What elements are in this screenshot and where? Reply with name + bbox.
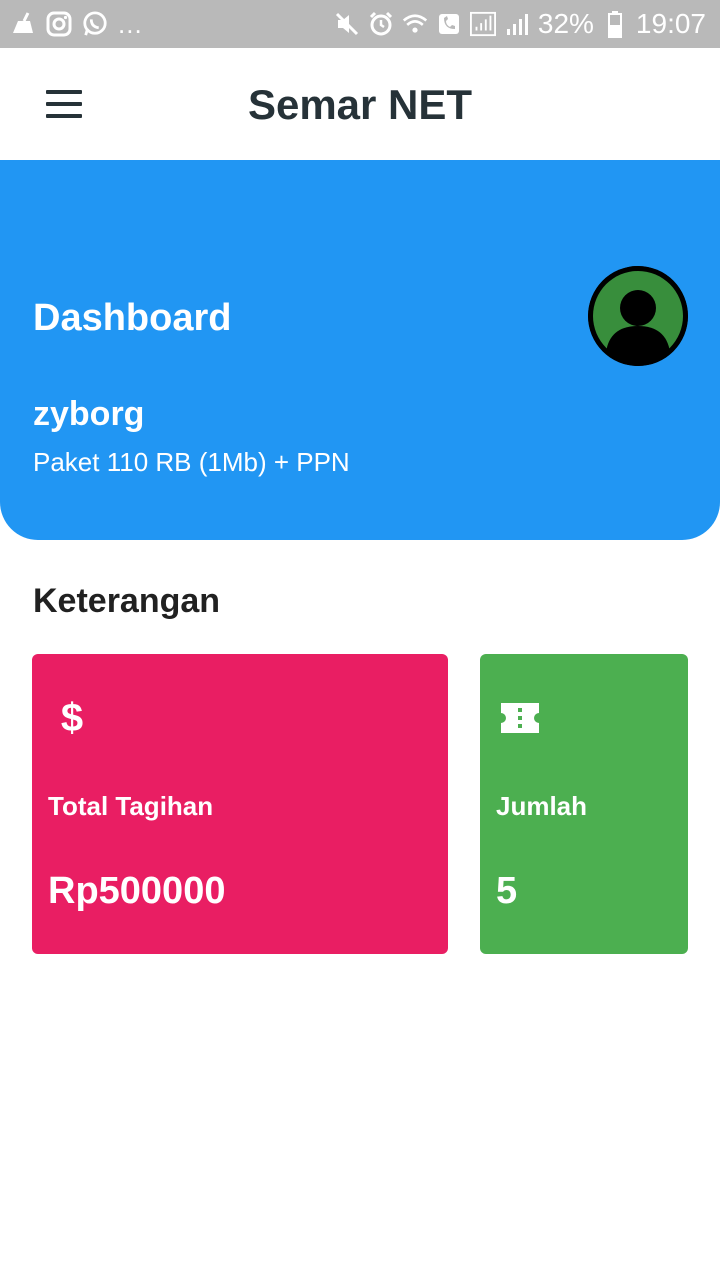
dollar-icon: $ — [60, 696, 84, 740]
username: zyborg — [33, 395, 145, 433]
card-label: Jumlah — [496, 791, 588, 821]
instagram-icon — [46, 11, 72, 37]
ticket-icon — [498, 696, 542, 740]
section-title: Keterangan — [33, 582, 221, 620]
call-icon — [436, 11, 462, 37]
total-bill-card[interactable]: $ Total Tagihan Rp500000 — [32, 654, 448, 954]
app-title: Semar NET — [247, 81, 473, 128]
clock: 19:07 — [635, 8, 706, 39]
card-value: 5 — [496, 870, 518, 912]
signal-icon — [504, 11, 530, 37]
plan-name: Paket 110 RB (1Mb) + PPN — [33, 447, 350, 477]
more-notifications: ... — [118, 8, 143, 39]
app-bar: Semar NET — [0, 48, 720, 160]
wifi-icon — [402, 11, 428, 37]
card-label: Total Tagihan — [48, 791, 214, 821]
status-bar-right: 32% 19:07 — [334, 8, 706, 40]
mute-icon — [334, 11, 360, 37]
status-bar-left: ... — [10, 8, 143, 40]
whatsapp-icon — [82, 11, 108, 37]
count-card[interactable]: Jumlah 5 — [480, 654, 688, 954]
alarm-icon — [368, 11, 394, 37]
card-value: Rp500000 — [48, 870, 226, 912]
status-bar: ... 32% 19:07 — [0, 0, 720, 48]
signal-icon — [469, 11, 496, 37]
user-avatar-icon[interactable] — [588, 266, 688, 366]
page-title: Dashboard — [33, 297, 232, 339]
cleaner-icon — [10, 11, 36, 37]
battery-icon — [602, 11, 628, 38]
dashboard-header: Dashboard zyborg Paket 110 RB (1Mb) + PP… — [0, 160, 720, 540]
battery-percent: 32% — [537, 8, 594, 39]
